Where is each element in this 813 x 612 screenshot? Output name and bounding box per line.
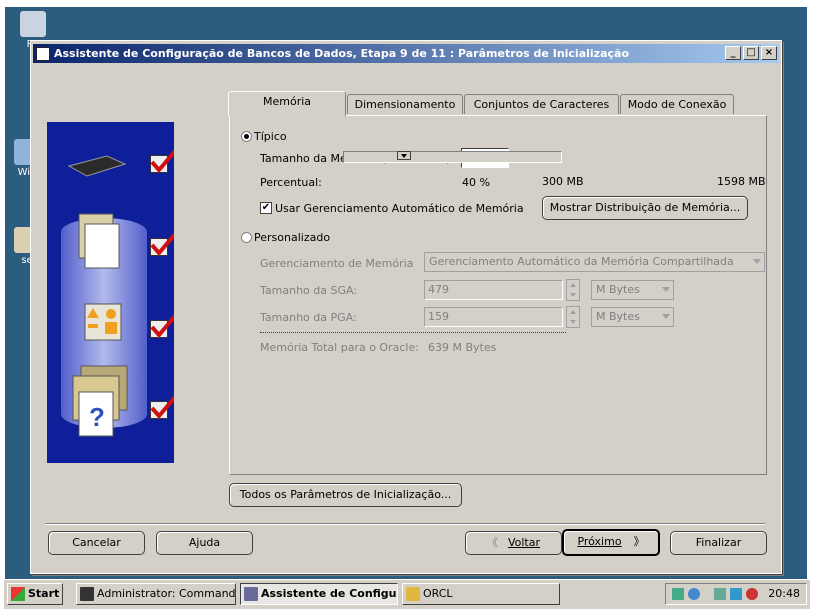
- system-tray: 20:48: [665, 583, 807, 605]
- total-memory-value: 639 M Bytes: [428, 341, 497, 354]
- slider-max-label: 1598 MB: [717, 175, 766, 188]
- window-title: Assistente de Configuração de Bancos de …: [54, 47, 629, 60]
- memory-mgmt-select[interactable]: Gerenciamento Automático da Memória Comp…: [424, 252, 765, 272]
- recycle-bin-icon: [20, 11, 46, 37]
- sga-unit-value: M Bytes: [596, 283, 640, 296]
- memory-chip-icon: [67, 155, 127, 177]
- auto-memory-mgmt-label: Usar Gerenciamento Automático de Memória: [275, 202, 524, 215]
- sga-size-spinner[interactable]: [566, 279, 580, 301]
- tray-volume-muted-icon[interactable]: [746, 588, 758, 600]
- help-button[interactable]: Ajuda: [156, 531, 253, 555]
- chevron-down-icon: [662, 314, 670, 319]
- next-button-label: Próximo: [577, 535, 622, 548]
- shapes-icon: [84, 303, 122, 341]
- step-complete-check-icon: [150, 314, 174, 339]
- taskbar-item-dbca[interactable]: Assistente de Configu...: [240, 583, 398, 605]
- step-complete-check-icon: [150, 149, 174, 174]
- memory-slider-thumb[interactable]: [397, 151, 411, 160]
- tray-app-icon[interactable]: [672, 588, 684, 600]
- sga-size-input[interactable]: 479: [424, 280, 563, 300]
- command-prompt-icon: [80, 587, 94, 601]
- taskbar-item-command-prompt[interactable]: Administrator: Command...: [76, 583, 236, 605]
- start-button[interactable]: Start: [7, 583, 63, 605]
- svg-text:?: ?: [89, 402, 105, 432]
- show-memory-distribution-button[interactable]: Mostrar Distribuição de Memória...: [542, 196, 748, 220]
- dbca-dialog: Assistente de Configuração de Bancos de …: [30, 40, 782, 574]
- memory-mgmt-label: Gerenciamento de Memória: [260, 257, 414, 270]
- back-button-label: Voltar: [507, 536, 541, 549]
- pga-size-label: Tamanho da PGA:: [260, 311, 357, 324]
- memory-slider[interactable]: [343, 151, 562, 163]
- memory-mgmt-value: Gerenciamento Automático da Memória Comp…: [429, 255, 734, 268]
- taskbar-item-orcl[interactable]: ORCL: [402, 583, 560, 605]
- chevron-down-icon: [753, 259, 761, 264]
- chevron-down-icon: [662, 287, 670, 292]
- folder-icon: [406, 587, 420, 601]
- start-label: Start: [28, 587, 60, 600]
- all-init-params-button[interactable]: Todos os Parâmetros de Inicialização...: [229, 483, 462, 507]
- windows-logo-icon: [11, 587, 25, 601]
- pga-unit-select[interactable]: M Bytes: [591, 307, 674, 327]
- tab-modo-de-conexao[interactable]: Modo de Conexão: [620, 94, 734, 114]
- total-memory-label: Memória Total para o Oracle:: [260, 341, 419, 354]
- title-bar[interactable]: Assistente de Configuração de Bancos de …: [33, 44, 779, 63]
- auto-memory-mgmt-checkbox[interactable]: ✔: [260, 202, 272, 214]
- typical-radio[interactable]: [241, 131, 252, 142]
- close-button[interactable]: ×: [761, 46, 777, 60]
- chevron-left-icon: 《: [486, 536, 498, 549]
- custom-radio[interactable]: [241, 232, 252, 243]
- sga-size-label: Tamanho da SGA:: [260, 284, 358, 297]
- tray-network-icon[interactable]: [714, 588, 726, 600]
- pga-size-spinner[interactable]: [566, 306, 580, 328]
- wizard-illustration: ?: [47, 122, 174, 463]
- clock[interactable]: 20:48: [768, 587, 800, 600]
- typical-radio-label: Típico: [254, 130, 287, 143]
- step-complete-check-icon: [150, 232, 174, 257]
- sga-unit-select[interactable]: M Bytes: [591, 280, 674, 300]
- custom-radio-label: Personalizado: [254, 231, 331, 244]
- tab-conjuntos-de-caracteres[interactable]: Conjuntos de Caracteres: [464, 94, 619, 114]
- next-button[interactable]: Próximo 》: [562, 529, 660, 556]
- pga-size-input[interactable]: 159: [424, 307, 563, 327]
- taskbar-item-label: Administrator: Command...: [97, 587, 236, 600]
- divider: [260, 332, 566, 333]
- back-button[interactable]: 《 Voltar: [465, 531, 562, 555]
- documents-icon: [78, 213, 120, 269]
- taskbar-item-label: ORCL: [423, 587, 453, 600]
- app-icon: [36, 46, 50, 61]
- chevron-right-icon: 》: [633, 535, 645, 548]
- tray-display-icon[interactable]: [730, 588, 742, 600]
- percent-label: Percentual:: [260, 176, 322, 189]
- finish-button[interactable]: Finalizar: [670, 531, 767, 555]
- maximize-button[interactable]: □: [743, 46, 759, 60]
- taskbar-item-label: Assistente de Configu...: [261, 587, 398, 600]
- tab-memoria[interactable]: Memória: [228, 91, 346, 116]
- slider-min-label: 300 MB: [542, 175, 584, 188]
- taskbar: Start Administrator: Command... Assisten…: [4, 579, 810, 609]
- button-separator: [45, 523, 765, 525]
- percent-value: 40 %: [462, 176, 490, 189]
- app-icon: [244, 587, 258, 601]
- cancel-button[interactable]: Cancelar: [48, 531, 145, 555]
- pga-unit-value: M Bytes: [596, 310, 640, 323]
- help-folders-icon: ?: [72, 365, 128, 437]
- minimize-button[interactable]: _: [725, 46, 741, 60]
- tab-dimensionamento[interactable]: Dimensionamento: [347, 94, 463, 114]
- tray-update-icon[interactable]: [688, 588, 700, 600]
- step-complete-check-icon: [150, 395, 174, 420]
